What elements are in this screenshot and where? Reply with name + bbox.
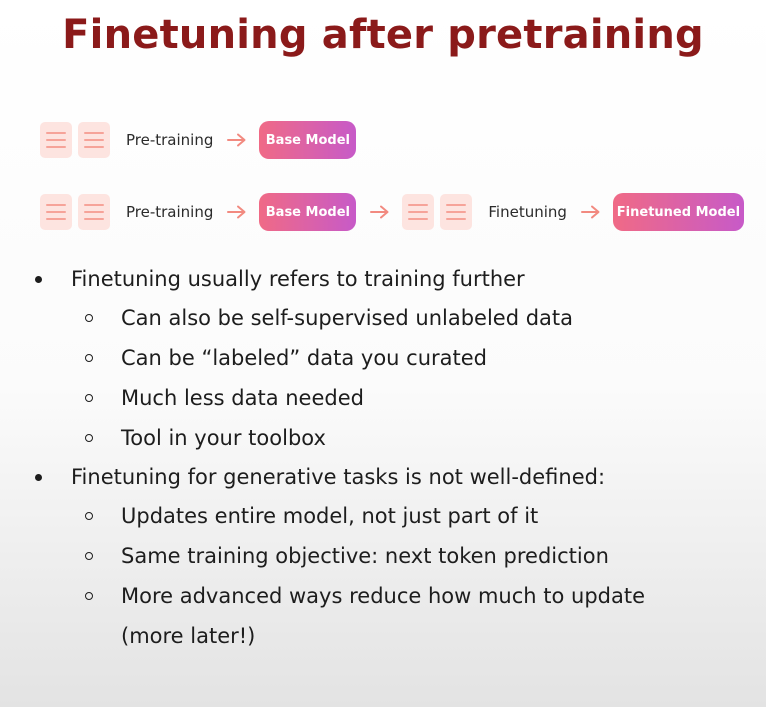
finetuning-data-icons <box>402 194 473 230</box>
bullet-item: Finetuning usually refers to training fu… <box>0 266 766 292</box>
sub-bullet-circle-icon <box>85 314 93 322</box>
sub-bullet-item: Updates entire model, not just part of i… <box>0 503 766 529</box>
data-document-icon <box>78 122 110 158</box>
bullet-dot-icon <box>35 474 42 481</box>
sub-bullet-circle-icon <box>85 434 93 442</box>
sub-bullet-item: More advanced ways reduce how much to up… <box>0 576 766 656</box>
data-document-icon <box>402 194 435 230</box>
sub-bullet-text: More advanced ways reduce how much to up… <box>121 584 646 648</box>
base-model-box: Base Model <box>259 193 357 231</box>
sub-bullet-text: Much less data needed <box>121 386 364 410</box>
bullet-list: Finetuning usually refers to training fu… <box>0 266 766 656</box>
sub-bullet-text: Can also be self-supervised unlabeled da… <box>121 306 574 330</box>
flow-row-finetuning: Pre-training Base Model Finetuning Finet… <box>40 192 744 232</box>
sub-bullet-circle-icon <box>85 592 93 600</box>
stage-label-pretraining: Pre-training <box>126 131 214 149</box>
stage-label-pretraining: Pre-training <box>126 203 214 221</box>
sub-bullet-circle-icon <box>85 552 93 560</box>
arrow-right-icon <box>580 205 601 219</box>
arrow-right-icon <box>370 205 390 219</box>
flow-row-pretraining: Pre-training Base Model <box>40 120 357 160</box>
sub-bullet-circle-icon <box>85 354 93 362</box>
data-document-icon <box>40 122 72 158</box>
slide-title: Finetuning after pretraining <box>62 12 704 58</box>
arrow-right-icon <box>227 133 247 147</box>
bullet-text: Finetuning for generative tasks is not w… <box>71 465 606 489</box>
sub-bullet-item: Can also be self-supervised unlabeled da… <box>0 305 766 331</box>
sub-bullet-text: Can be “labeled” data you curated <box>121 346 487 370</box>
data-document-icon <box>40 194 72 230</box>
slide: Finetuning after pretraining Pre-trainin… <box>0 0 766 707</box>
pretraining-data-icons <box>40 122 110 158</box>
bullet-dot-icon <box>35 276 42 283</box>
data-document-icon <box>78 194 110 230</box>
bullet-text: Finetuning usually refers to training fu… <box>71 267 525 291</box>
pretraining-data-icons <box>40 194 110 230</box>
sub-bullet-text: Updates entire model, not just part of i… <box>121 504 539 528</box>
sub-bullet-text: Same training objective: next token pred… <box>121 544 609 568</box>
sub-bullet-item: Tool in your toolbox <box>0 425 766 451</box>
finetuned-model-box: Finetuned Model <box>612 193 744 231</box>
bullet-item: Finetuning for generative tasks is not w… <box>0 464 766 490</box>
arrow-right-icon <box>227 205 247 219</box>
sub-bullet-circle-icon <box>85 512 93 520</box>
sub-bullet-item: Much less data needed <box>0 385 766 411</box>
sub-bullet-item: Can be “labeled” data you curated <box>0 345 766 371</box>
base-model-box: Base Model <box>259 121 357 159</box>
stage-label-finetuning: Finetuning <box>488 203 567 221</box>
sub-bullet-item: Same training objective: next token pred… <box>0 543 766 569</box>
sub-bullet-circle-icon <box>85 394 93 402</box>
sub-bullet-text: Tool in your toolbox <box>121 426 326 450</box>
data-document-icon <box>440 194 473 230</box>
